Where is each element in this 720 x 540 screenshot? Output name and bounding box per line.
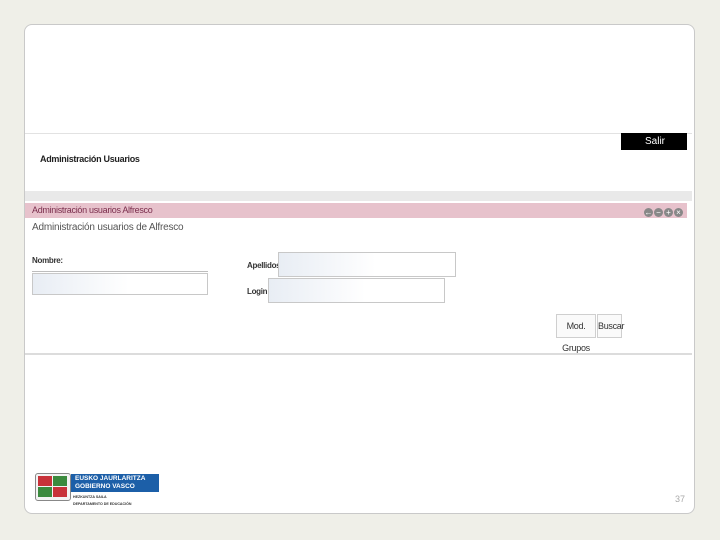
maximize-icon[interactable]: + bbox=[664, 208, 673, 217]
minimize-icon[interactable]: − bbox=[654, 208, 663, 217]
logo-line-spanish: GOBIERNO VASCO bbox=[75, 483, 135, 490]
modify-groups-button[interactable]: Mod. Grupos bbox=[556, 314, 596, 353]
window-controls: ← − + × bbox=[644, 208, 684, 220]
portlet-header: Administración usuarios Alfresco bbox=[25, 203, 687, 218]
nombre-label: Nombre: bbox=[32, 256, 63, 265]
nombre-input[interactable] bbox=[32, 273, 208, 295]
page-number: 37 bbox=[675, 494, 686, 504]
logo-department-basque: HEZKUNTZA SAILA bbox=[73, 495, 107, 499]
slide-frame: Salir Administración Usuarios Administra… bbox=[24, 24, 695, 514]
close-icon[interactable]: × bbox=[674, 208, 683, 217]
coat-of-arms-icon bbox=[35, 473, 71, 501]
back-icon[interactable]: ← bbox=[644, 208, 653, 217]
portlet-subtitle: Administración usuarios de Alfresco bbox=[32, 222, 184, 233]
logo-department-spanish: DEPARTAMENTO DE EDUCACIÓN bbox=[73, 502, 132, 506]
page-title: Administración Usuarios bbox=[40, 154, 140, 164]
login-input[interactable] bbox=[268, 278, 445, 303]
logout-button[interactable]: Salir bbox=[621, 133, 687, 150]
login-label: Login: bbox=[247, 287, 270, 296]
nombre-divider bbox=[32, 271, 208, 272]
user-admin-portlet: Administración usuarios Alfresco ← − + × Ad… bbox=[25, 201, 692, 355]
apellidos-input[interactable] bbox=[278, 252, 456, 277]
logo-banner: EUSKO JAURLARITZA GOBIERNO VASCO bbox=[71, 474, 159, 492]
gobierno-vasco-logo: EUSKO JAURLARITZA GOBIERNO VASCO HEZKUNT… bbox=[35, 471, 161, 511]
logo-line-basque: EUSKO JAURLARITZA bbox=[75, 475, 146, 482]
portlet-title: Administración usuarios Alfresco bbox=[32, 205, 153, 215]
header-divider bbox=[25, 191, 692, 201]
search-button[interactable]: Buscar bbox=[597, 314, 625, 338]
